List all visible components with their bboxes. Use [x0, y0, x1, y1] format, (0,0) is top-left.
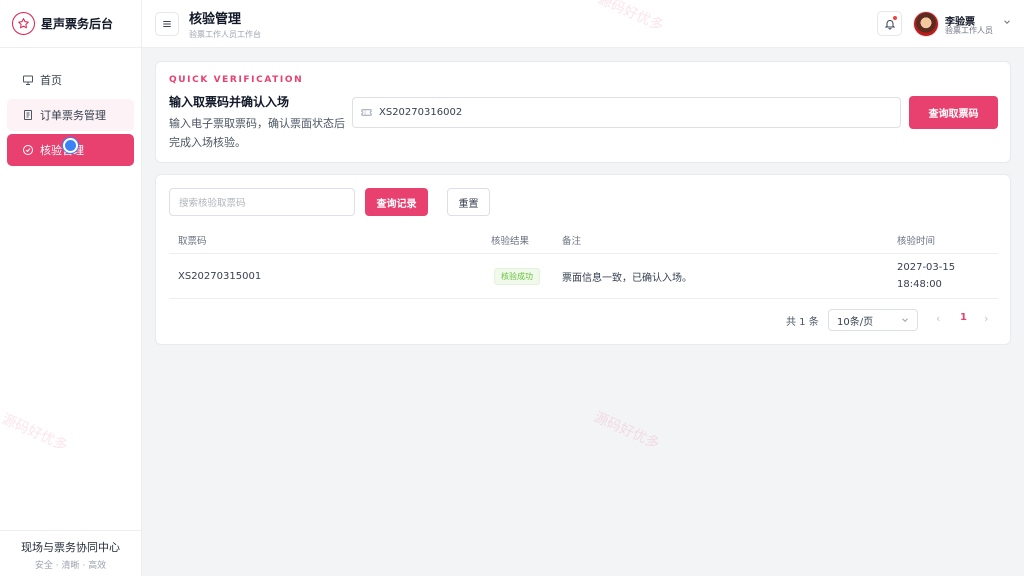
ticket-icon	[361, 108, 372, 117]
footer-subtitle: 安全 · 清晰 · 高效	[34, 561, 107, 571]
column-header-result: 核验结果	[491, 236, 530, 247]
pagination: 共 1 条 10条/页 ‹ 1 ›	[156, 308, 998, 332]
prev-page-button[interactable]: ‹	[936, 312, 940, 325]
notification-dot	[893, 16, 897, 20]
cell-result: 核验成功	[491, 254, 540, 298]
chevron-down-icon[interactable]	[1002, 17, 1012, 27]
page-number-current[interactable]: 1	[960, 312, 967, 323]
page-title: 核验管理	[189, 12, 242, 27]
page-subtitle: 验票工作人员工作台	[189, 30, 261, 39]
presentation-board-icon	[22, 74, 34, 86]
cell-code: XS20270315001	[178, 270, 262, 282]
sidebar-footer: 现场与票务协同中心 安全 · 清晰 · 高效	[0, 530, 141, 576]
ticket-code-input[interactable]: XS20270316002	[352, 97, 901, 128]
document-list-icon	[22, 109, 34, 121]
status-badge: 核验成功	[494, 267, 540, 285]
search-code-input[interactable]: 搜索核验取票码	[169, 188, 355, 216]
verify-date: 2027-03-15	[897, 262, 956, 273]
column-header-time: 核验时间	[897, 236, 936, 247]
table-row[interactable]: XS20270315001 核验成功 票面信息一致，已确认入场。 2027-03…	[169, 254, 998, 299]
section-title: 输入取票码并确认入场	[169, 95, 290, 109]
user-role: 验票工作人员	[945, 26, 993, 35]
reset-button[interactable]: 重置	[447, 188, 490, 216]
top-header: 核验管理 验票工作人员工作台 李验票 验票工作人员	[142, 0, 1024, 48]
sidebar-item-label: 首页	[40, 74, 62, 87]
page-size-select[interactable]: 10条/页	[828, 309, 918, 331]
mouse-cursor-indicator	[63, 138, 78, 153]
quick-verification-card: QUICK VERIFICATION 输入取票码并确认入场 输入电子票取票码，确…	[155, 61, 1011, 163]
watermark: 源码好优多	[591, 409, 662, 453]
total-count: 共 1 条	[786, 317, 819, 328]
sidebar-item-home[interactable]: 首页	[7, 64, 134, 96]
ticket-code-value: XS20270316002	[379, 107, 463, 118]
menu-toggle-button[interactable]	[155, 12, 179, 36]
brand-title: 星声票务后台	[41, 17, 114, 31]
chevron-down-icon	[902, 318, 908, 322]
query-records-button[interactable]: 查询记录	[365, 188, 428, 216]
next-page-button[interactable]: ›	[984, 312, 988, 325]
avatar[interactable]	[913, 11, 939, 37]
section-eyebrow: QUICK VERIFICATION	[169, 75, 304, 85]
verification-records-card: 搜索核验取票码 查询记录 重置 取票码 核验结果 备注 核验时间 XS20270…	[155, 174, 1011, 345]
hamburger-icon	[163, 20, 171, 28]
brand: 星声票务后台	[0, 0, 141, 48]
query-ticket-button[interactable]: 查询取票码	[909, 96, 998, 129]
sidebar-item-label: 订单票务管理	[40, 109, 106, 122]
check-circle-icon	[22, 144, 34, 156]
cell-note: 票面信息一致，已确认入场。	[562, 272, 692, 284]
notification-button[interactable]	[877, 11, 902, 36]
sidebar-item-orders[interactable]: 订单票务管理	[7, 99, 134, 131]
footer-title: 现场与票务协同中心	[21, 541, 120, 554]
star-logo-icon	[12, 12, 35, 35]
section-description: 输入电子票取票码，确认票面状态后完成入场核验。	[169, 117, 345, 149]
table-header: 取票码 核验结果 备注 核验时间	[169, 227, 998, 254]
page-size-value: 10条/页	[837, 316, 874, 328]
sidebar: 星声票务后台 首页 订单票务管理 核验管理 现场与票务协同中心 安全 · 清晰 …	[0, 0, 142, 576]
cell-time: 2027-03-15 18:48:00	[897, 254, 955, 298]
column-header-code: 取票码	[178, 236, 207, 247]
column-header-note: 备注	[562, 236, 582, 247]
verify-clock-time: 18:48:00	[897, 279, 942, 290]
